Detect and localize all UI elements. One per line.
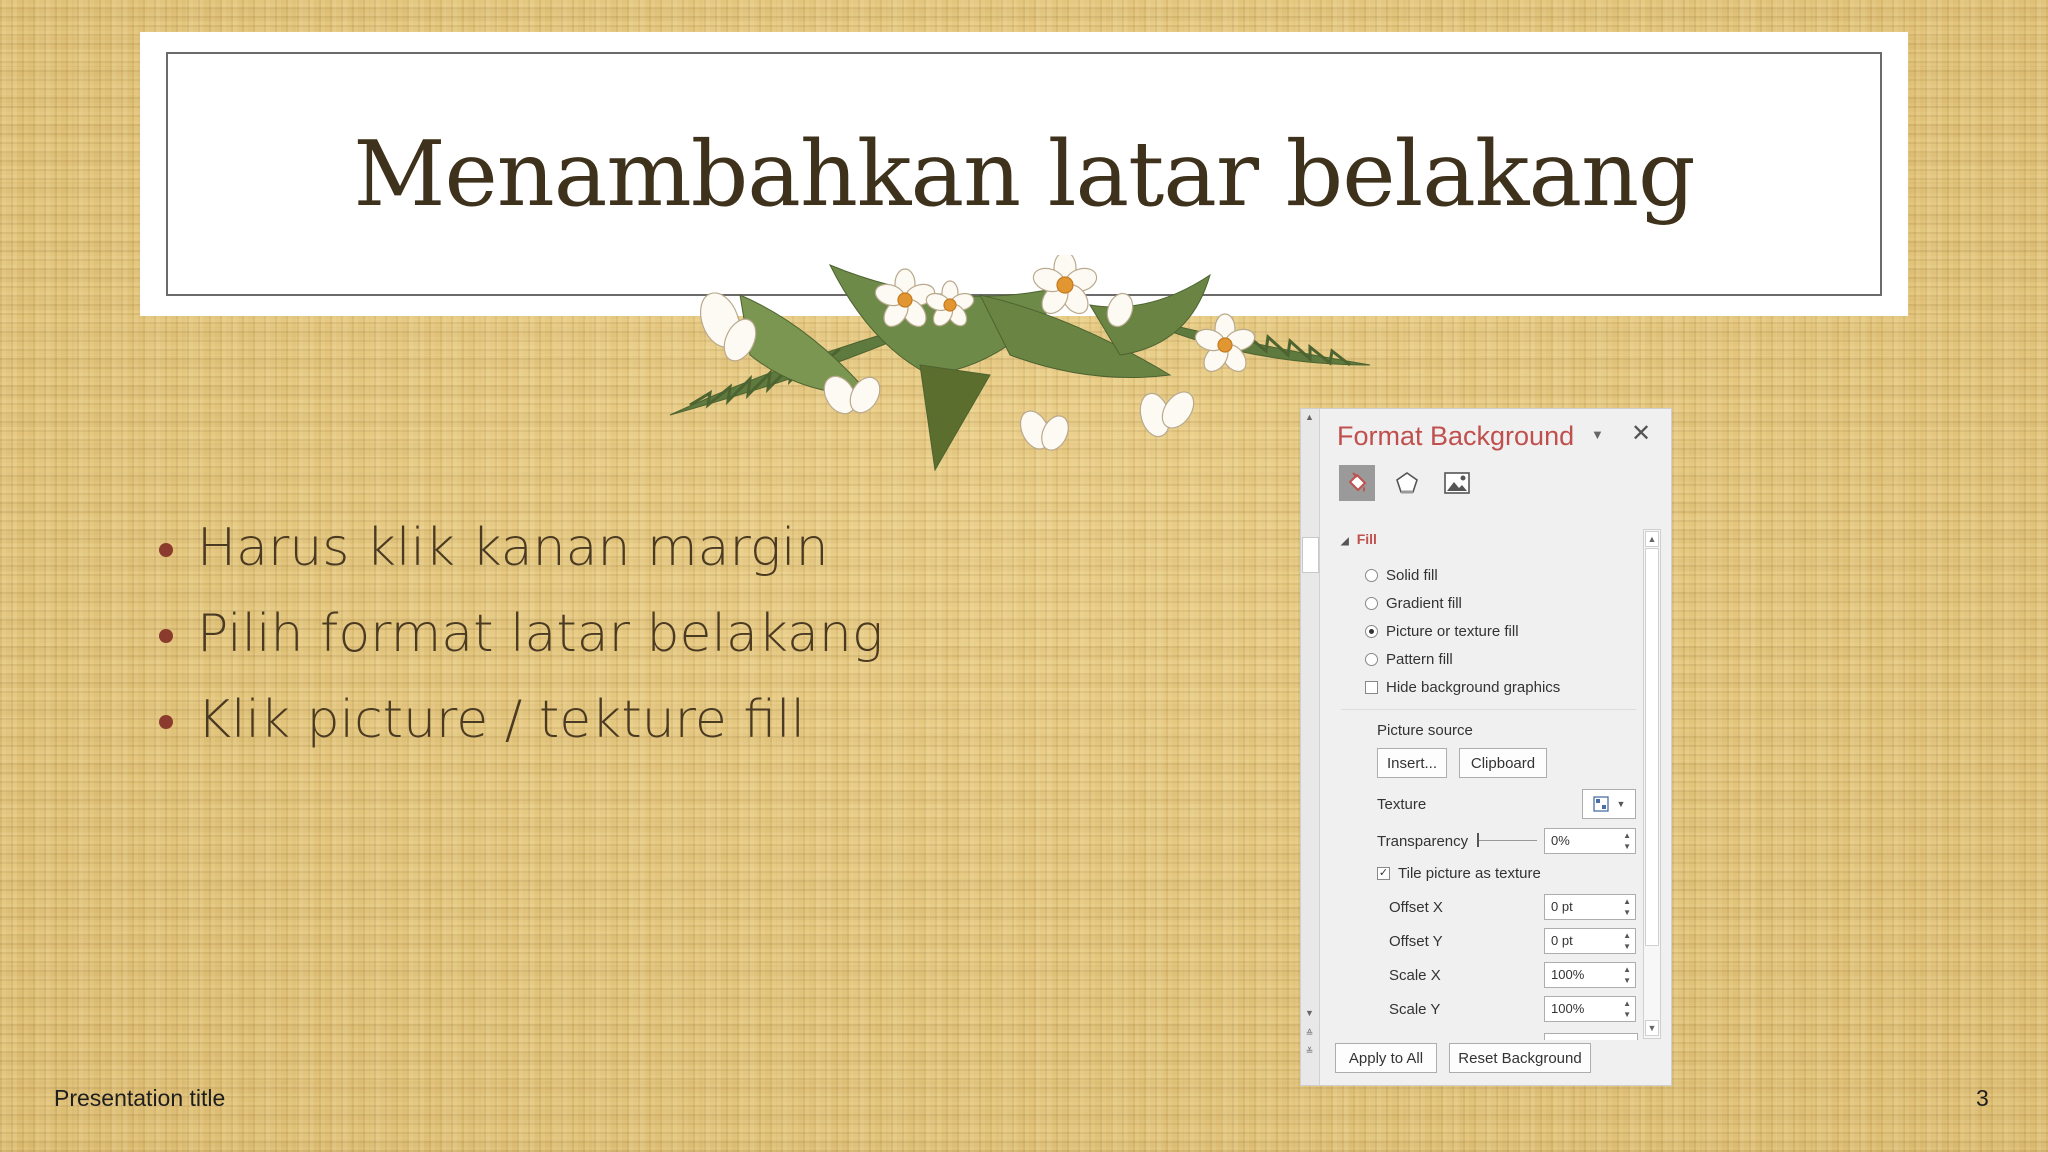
picture-fill-label: Picture or texture fill: [1386, 623, 1519, 640]
transparency-value: 0%: [1551, 833, 1570, 848]
pane-options-dropdown-icon[interactable]: ▼: [1591, 427, 1604, 442]
picture-source-label: Picture source: [1377, 722, 1473, 739]
spinner-arrows-icon[interactable]: ▲ ▼: [1623, 930, 1631, 952]
fill-section-header[interactable]: ◢ Fill: [1341, 531, 1377, 547]
reset-background-button[interactable]: Reset Background: [1449, 1043, 1591, 1073]
divider: [1341, 709, 1636, 710]
tile-picture-label: Tile picture as texture: [1398, 865, 1541, 882]
bullet-item: Klik picture / tekture fill: [155, 677, 883, 763]
scale-y-value: 100%: [1551, 1001, 1585, 1016]
spinner-arrows-icon[interactable]: ▲ ▼: [1623, 998, 1631, 1020]
scroll-down-icon[interactable]: ▼: [1303, 1007, 1316, 1020]
slide-title: Menambahkan latar belakang: [353, 121, 1695, 227]
footer-presentation-title: Presentation title: [54, 1085, 226, 1111]
bullet-list: Harus klik kanan margin Pilih format lat…: [155, 505, 883, 763]
transparency-slider-track[interactable]: [1479, 840, 1537, 841]
pattern-fill-option[interactable]: Pattern fill: [1365, 651, 1453, 668]
transparency-input[interactable]: 0% ▲ ▼: [1544, 828, 1636, 854]
clipped-input: [1544, 1033, 1638, 1040]
texture-icon: [1592, 796, 1609, 812]
spinner-arrows-icon[interactable]: ▲ ▼: [1623, 830, 1631, 852]
solid-fill-option[interactable]: Solid fill: [1365, 567, 1438, 584]
offset-x-value: 0 pt: [1551, 899, 1573, 914]
chevron-down-icon: ▼: [1616, 799, 1626, 809]
floral-decoration: [669, 255, 1371, 472]
clipboard-button[interactable]: Clipboard: [1459, 748, 1547, 778]
offset-x-input[interactable]: 0 pt ▲ ▼: [1544, 894, 1636, 920]
offset-x-label: Offset X: [1389, 899, 1443, 916]
tile-picture-option[interactable]: ✓ Tile picture as texture: [1377, 865, 1541, 882]
inner-scroll-down-icon[interactable]: ▼: [1645, 1020, 1659, 1036]
pane-outer-scrollbar[interactable]: ▲ ▼ ≙ ≚: [1301, 409, 1320, 1085]
page-up-icon[interactable]: ≙: [1303, 1027, 1316, 1040]
gradient-fill-radio[interactable]: [1365, 597, 1378, 610]
slide-number: 3: [1976, 1085, 1989, 1111]
picture-fill-option[interactable]: Picture or texture fill: [1365, 623, 1519, 640]
gradient-fill-label: Gradient fill: [1386, 595, 1462, 612]
solid-fill-radio[interactable]: [1365, 569, 1378, 582]
scale-x-value: 100%: [1551, 967, 1585, 982]
texture-dropdown[interactable]: ▼: [1582, 789, 1636, 819]
pattern-fill-radio[interactable]: [1365, 653, 1378, 666]
hide-background-graphics-option[interactable]: Hide background graphics: [1365, 679, 1560, 696]
page-down-icon[interactable]: ≚: [1303, 1045, 1316, 1058]
hide-background-label: Hide background graphics: [1386, 679, 1561, 696]
format-background-pane[interactable]: ▲ ▼ ≙ ≚ Format Background ▼ ✕ ▲ ▼ ◢ Fill …: [1300, 408, 1672, 1086]
transparency-slider-handle[interactable]: [1477, 833, 1479, 847]
scale-y-input[interactable]: 100% ▲ ▼: [1544, 996, 1636, 1022]
apply-to-all-button[interactable]: Apply to All: [1335, 1043, 1437, 1073]
scroll-up-icon[interactable]: ▲: [1303, 411, 1316, 424]
picture-fill-radio[interactable]: [1365, 625, 1378, 638]
picture-icon[interactable]: [1439, 465, 1475, 501]
offset-y-label: Offset Y: [1389, 933, 1443, 950]
inner-scroll-up-icon[interactable]: ▲: [1645, 531, 1659, 547]
scrollbar-thumb[interactable]: [1302, 537, 1319, 573]
offset-y-value: 0 pt: [1551, 933, 1573, 948]
offset-y-input[interactable]: 0 pt ▲ ▼: [1544, 928, 1636, 954]
scale-x-input[interactable]: 100% ▲ ▼: [1544, 962, 1636, 988]
solid-fill-label: Solid fill: [1386, 567, 1438, 584]
tile-picture-checkbox[interactable]: ✓: [1377, 867, 1390, 880]
pane-inner-scrollbar[interactable]: ▲ ▼: [1643, 529, 1661, 1039]
hide-background-checkbox[interactable]: [1365, 681, 1378, 694]
insert-button[interactable]: Insert...: [1377, 748, 1447, 778]
gradient-fill-option[interactable]: Gradient fill: [1365, 595, 1462, 612]
inner-scrollbar-thumb[interactable]: [1645, 548, 1659, 946]
transparency-label: Transparency: [1377, 833, 1469, 850]
effects-icon[interactable]: [1389, 465, 1425, 501]
spinner-arrows-icon[interactable]: ▲ ▼: [1623, 964, 1631, 986]
texture-label: Texture: [1377, 796, 1427, 813]
pane-title: Format Background: [1337, 421, 1575, 451]
scale-y-label: Scale Y: [1389, 1001, 1441, 1018]
tab-pointer: [1349, 501, 1365, 509]
bullet-item: Harus klik kanan margin: [155, 505, 883, 591]
close-icon[interactable]: ✕: [1631, 419, 1651, 448]
pattern-fill-label: Pattern fill: [1386, 651, 1453, 668]
collapse-triangle-icon[interactable]: ◢: [1341, 536, 1349, 547]
fill-icon[interactable]: [1339, 465, 1375, 501]
scale-x-label: Scale X: [1389, 967, 1441, 984]
spinner-arrows-icon[interactable]: ▲ ▼: [1623, 896, 1631, 918]
bullet-item: Pilih format latar belakang: [155, 591, 883, 677]
fill-section-label: Fill: [1356, 531, 1377, 547]
